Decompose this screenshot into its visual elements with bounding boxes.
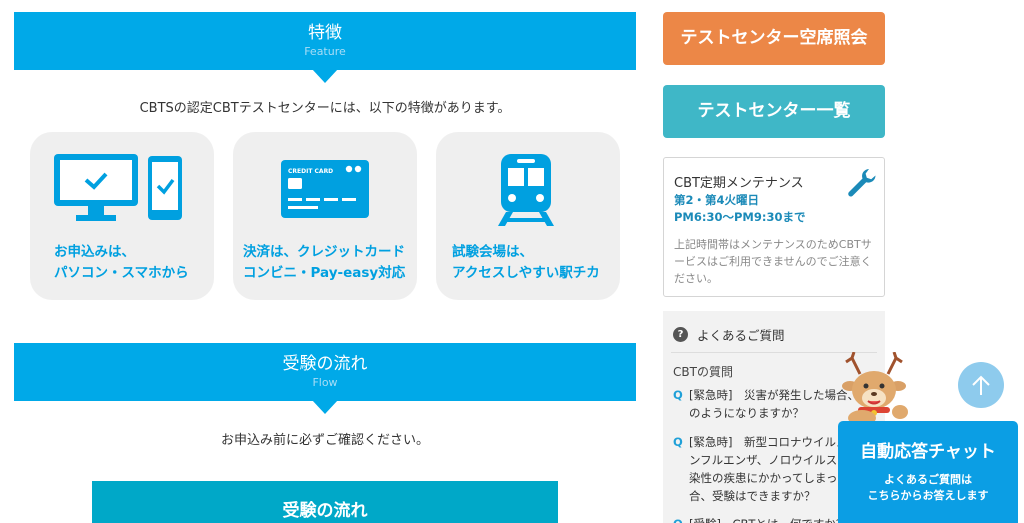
feature-section-header: 特徴 Feature (14, 12, 636, 83)
feature-card-application-label: お申込みは、 パソコン・スマホから (54, 244, 189, 281)
faq-category: CBTの質問 (673, 365, 733, 379)
maintenance-notice: CBT定期メンテナンス 第2・第4火曜日 PM6:30〜PM9:30まで 上記時… (663, 157, 885, 297)
feature-card-venue-label: 試験会場は、 アクセスしやすい駅チカ (452, 244, 600, 281)
wrench-icon (848, 169, 876, 197)
feature-card-venue: 試験会場は、 アクセスしやすい駅チカ (436, 132, 620, 300)
svg-text:CREDIT CARD: CREDIT CARD (288, 168, 333, 175)
feature-title: 特徴 (308, 23, 342, 43)
flow-section-header: 受験の流れ Flow (14, 343, 636, 414)
feature-card-application: お申込みは、 パソコン・スマホから (30, 132, 214, 300)
feature-subtitle: Feature (304, 45, 346, 58)
feature-intro: CBTSの認定CBTテストセンターには、以下の特徴があります。 (139, 101, 511, 116)
pc-smartphone-icon (54, 154, 182, 221)
credit-card-icon: CREDIT CARD (281, 160, 369, 218)
deer-mascot-icon (842, 352, 908, 426)
train-icon (498, 154, 554, 226)
auto-reply-chat-button[interactable]: 自動応答チャット よくあるご質問は こちらからお答えします (838, 421, 1018, 523)
flow-header-arrow (312, 400, 338, 414)
scroll-to-top-button[interactable] (958, 362, 1004, 408)
maintenance-body: 上記時間帯はメンテナンスのためCBTサービスはご利用できませんのでご注意ください… (674, 238, 872, 285)
faq-title: よくあるご質問 (697, 328, 785, 343)
chat-title: 自動応答チャット (860, 442, 996, 462)
chat-subtitle-line1: よくあるご質問は (884, 473, 972, 486)
chat-subtitle-line2: こちらからお答えします (867, 489, 989, 502)
maintenance-time: PM6:30〜PM9:30まで (674, 210, 806, 224)
main-content: 特徴 Feature CBTSの認定CBTテストセンターには、以下の特徴がありま… (0, 0, 650, 523)
test-center-list-button[interactable]: テストセンター一覧 (663, 85, 885, 138)
flow-title: 受験の流れ (282, 354, 368, 374)
vacancy-search-button[interactable]: テストセンター空席照会 (663, 12, 885, 65)
flow-subtitle: Flow (312, 376, 338, 389)
flow-button[interactable]: 受験の流れ (92, 481, 558, 523)
feature-card-payment-label: 決済は、クレジットカード コンビニ・Pay-easy対応 (243, 244, 406, 281)
flow-intro: お申込み前に必ずご確認ください。 (220, 433, 429, 448)
arrow-up-icon (972, 375, 990, 395)
faq-header: ? よくあるご質問 (673, 325, 785, 344)
maintenance-days: 第2・第4火曜日 (674, 193, 760, 207)
maintenance-title: CBT定期メンテナンス (674, 176, 804, 191)
question-circle-icon: ? (673, 327, 688, 342)
feature-card-payment: CREDIT CARD 決済は、クレジットカード コンビニ・Pay-easy対応 (233, 132, 417, 300)
feature-header-arrow (312, 69, 338, 83)
